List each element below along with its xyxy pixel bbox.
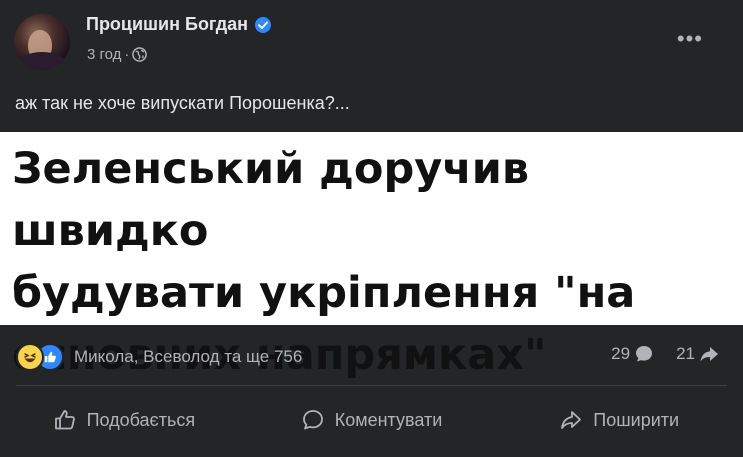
- post-actions: Подобається Коментувати Поширити: [0, 395, 743, 445]
- author-name-row: Процишин Богдан: [86, 14, 272, 35]
- comments-count-value: 29: [611, 344, 631, 363]
- like-button[interactable]: Подобається: [0, 395, 248, 445]
- share-button[interactable]: Поширити: [495, 395, 743, 445]
- reactions-summary[interactable]: Микола, Всеволод та ще 756: [16, 340, 302, 374]
- comment-icon: [302, 410, 323, 430]
- post-meta: 3 год ·: [87, 46, 148, 63]
- headline-line: Зеленський доручив швидко: [12, 144, 530, 256]
- reactions-names[interactable]: Микола, Всеволод та ще 756: [74, 347, 302, 367]
- meta-separator: ·: [124, 46, 130, 63]
- shares-count[interactable]: 21: [676, 344, 719, 364]
- comments-count[interactable]: 29: [611, 344, 654, 364]
- comment-label: Коментувати: [334, 409, 443, 430]
- post-header: Процишин Богдан 3 год · •••: [0, 0, 743, 80]
- author-name[interactable]: Процишин Богдан: [86, 14, 248, 35]
- actions-divider: [16, 385, 727, 386]
- comment-bubble-icon: [636, 346, 653, 362]
- post-caption: аж так не хоче випускати Порошенка?...: [15, 93, 350, 113]
- thumbs-up-icon: [54, 410, 75, 430]
- haha-reaction-icon: [16, 343, 44, 371]
- more-options-icon[interactable]: •••: [677, 26, 703, 52]
- engagement-counts: 29 21: [611, 344, 719, 364]
- post-time[interactable]: 3 год: [87, 46, 121, 63]
- like-label: Подобається: [86, 409, 196, 430]
- globe-icon: [132, 47, 148, 62]
- verified-badge-icon: [254, 16, 272, 34]
- author-avatar[interactable]: [14, 14, 70, 70]
- share-icon: [561, 411, 582, 429]
- headline-line: будувати укріплення "на: [12, 268, 636, 318]
- shares-count-value: 21: [676, 344, 695, 363]
- post-image[interactable]: Зеленський доручив швидко будувати укріп…: [0, 132, 743, 380]
- share-arrow-icon: [700, 347, 718, 362]
- share-label: Поширити: [593, 409, 680, 430]
- comment-button[interactable]: Коментувати: [248, 395, 496, 445]
